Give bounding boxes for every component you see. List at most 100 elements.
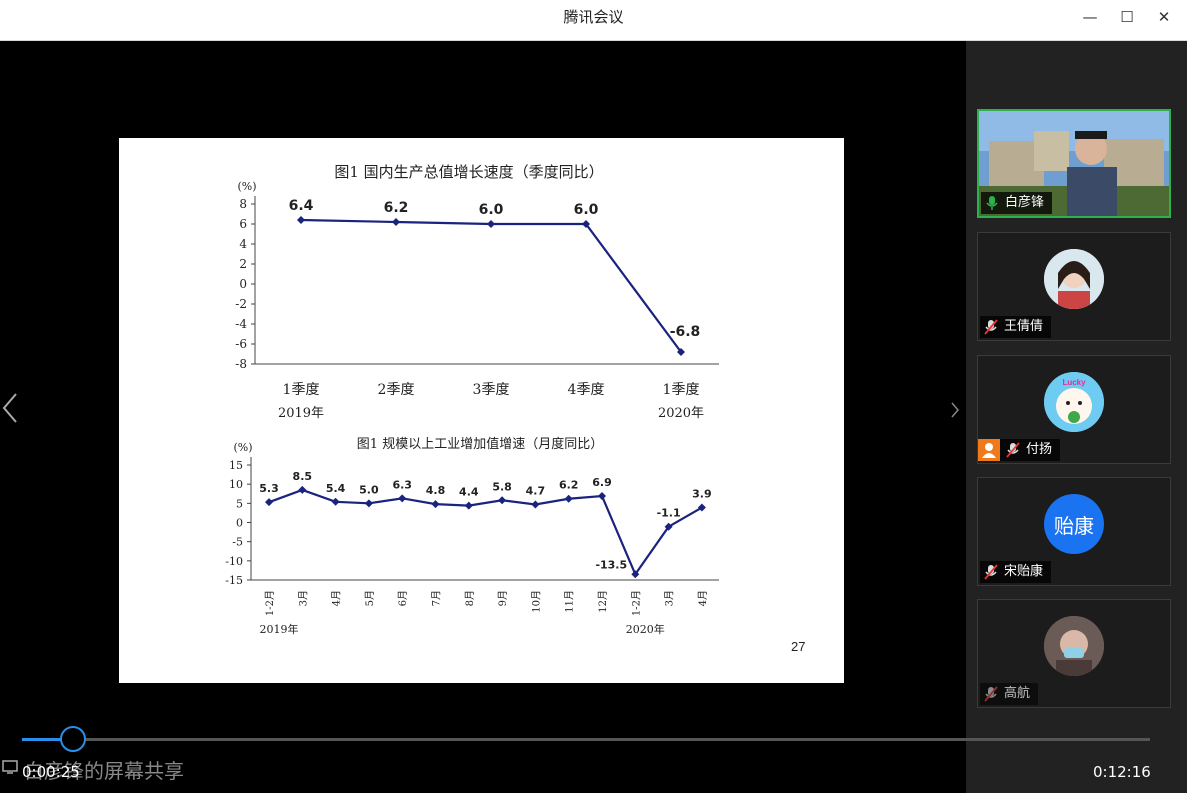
x-tick-label: 9月 [497,590,509,606]
x-tick-label: 4月 [331,590,343,606]
window-titlebar: 腾讯会议 — ☐ ✕ [0,0,1187,41]
x-tick-label: 2季度 [378,382,415,398]
data-point [598,492,606,501]
data-point [487,220,495,228]
y-tick-label: -2 [235,297,247,311]
avatar: 贻康 [1044,494,1104,554]
total-time: 0:12:16 [1093,763,1151,781]
avatar-text: 贻康 [1054,513,1094,538]
data-label: 5.4 [326,482,346,495]
avatar [1044,249,1104,309]
y-axis-unit: (%) [237,180,256,193]
data-label: 6.0 [574,202,599,218]
year-label: 2019年 [278,406,324,421]
y-tick-label: 8 [239,197,247,211]
y-tick-label: 4 [239,237,247,251]
industry-chart: 图1 规模以上工业增加值增速（月度同比） (%) 15 10 5 0 -5 -10 -15 1-2… [225,436,719,636]
y-tick-label: 5 [236,497,243,510]
slide-charts: 图1 国内生产总值增长速度（季度同比） (%) 8 6 4 2 0 -2 -4 -6 -8 1季度 2季… [225,163,805,654]
participant-nametag: 白彦锋 [981,192,1053,214]
slide-page-number: 27 [791,639,805,654]
participant-nametag: 高航 [980,683,1039,705]
data-label: -13.5 [595,558,627,571]
participant-nametag: 王倩倩 [980,316,1052,338]
data-label: -6.8 [670,324,701,340]
data-label: 6.0 [479,202,504,218]
y-tick-label: -15 [225,574,243,587]
x-tick-label: 3季度 [473,382,510,398]
data-label: 6.2 [384,200,409,216]
y-axis-unit: (%) [233,441,252,454]
y-tick-label: 0 [236,517,243,530]
year-label: 2019年 [260,622,299,636]
person-icon [978,439,1000,461]
data-point [431,500,440,509]
x-tick-label: 6月 [397,590,409,606]
y-tick-label: 15 [229,459,243,472]
data-point [564,494,573,503]
participant-tile-4[interactable]: 贻康 宋贻康 [977,477,1171,586]
x-tick-label: 11月 [564,590,576,613]
mic-muted-icon [984,686,998,702]
x-tick-label: 8月 [464,590,476,606]
data-label: 5.3 [259,482,279,495]
progress-handle[interactable] [59,726,86,752]
data-point [464,501,473,510]
y-tick-label: 6 [239,217,247,231]
data-label: 6.4 [289,198,314,214]
x-tick-label: 12月 [597,590,609,613]
data-point [364,499,373,508]
participant-name: 高航 [1004,686,1031,701]
y-tick-label: -6 [235,337,247,351]
shared-slide: 图1 国内生产总值增长速度（季度同比） (%) 8 6 4 2 0 -2 -4 -6 -8 1季度 2季… [119,138,844,683]
maximize-button[interactable]: ☐ [1113,6,1141,28]
participant-tile-3[interactable]: Lucky 付扬 [977,355,1171,464]
participant-name: 宋贻康 [1004,564,1044,579]
avatar: Lucky [1044,372,1104,432]
data-label: 4.8 [426,484,446,497]
close-button[interactable]: ✕ [1150,6,1178,28]
x-tick-label: 7月 [431,590,443,606]
data-label: 5.0 [359,483,379,496]
participant-name: 付扬 [1026,442,1053,457]
x-tick-label: 1季度 [663,382,700,398]
participant-tile-5[interactable]: 高航 [977,599,1171,708]
data-label: 8.5 [293,470,313,483]
minimize-button[interactable]: — [1076,6,1104,28]
screen-share-icon [2,760,18,774]
mic-icon [986,196,998,210]
data-label: 6.9 [592,476,612,489]
data-label: 4.7 [526,484,546,497]
mic-muted-icon [1006,442,1020,458]
data-label: 6.3 [392,478,412,491]
next-arrow-icon[interactable] [948,400,962,420]
y-tick-label: 10 [229,478,243,491]
progress-track[interactable] [22,738,1150,741]
previous-arrow-icon[interactable] [0,390,22,426]
x-tick-label: 1-2月 [264,590,276,616]
x-tick-label: 1-2月 [630,590,642,616]
participant-nametag: 宋贻康 [980,561,1052,583]
data-point [265,498,273,507]
y-tick-label: -8 [235,357,247,371]
participant-tile-1[interactable]: 白彦锋 [977,109,1171,218]
participant-nametag: 付扬 [978,439,1061,461]
year-label: 2020年 [626,622,665,636]
data-label: 5.8 [492,480,512,493]
gdp-chart: 图1 国内生产总值增长速度（季度同比） (%) 8 6 4 2 0 -2 -4 -6 -8 1季度 2季… [235,163,719,421]
data-label: 3.9 [692,488,712,501]
x-tick-label: 3月 [297,590,309,606]
y-tick-label: 0 [239,277,247,291]
x-tick-label: 4季度 [568,382,605,398]
data-label: 6.2 [559,479,579,492]
participant-tile-2[interactable]: 王倩倩 [977,232,1171,341]
mic-muted-icon [984,564,998,580]
y-tick-label: -5 [232,536,243,549]
data-point [298,485,307,494]
participant-name: 王倩倩 [1004,319,1044,334]
data-point [498,496,507,505]
avatar-text: Lucky [1062,378,1086,387]
y-tick-label: 2 [239,257,247,271]
chart-title: 图1 规模以上工业增加值增速（月度同比） [357,436,603,452]
x-tick-label: 4月 [697,590,709,606]
